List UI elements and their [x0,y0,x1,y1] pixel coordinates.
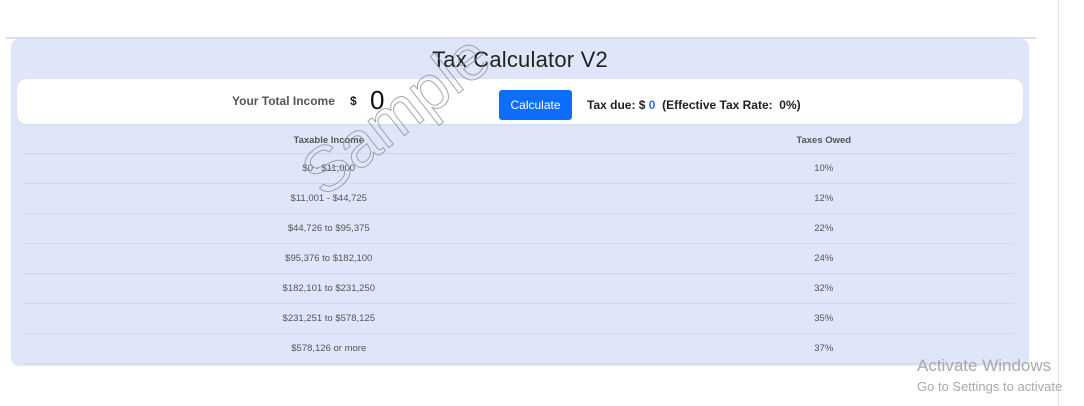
header-taxable-income: Taxable Income [24,127,634,154]
table-header-row: Taxable Income Taxes Owed [24,127,1014,154]
tax-rate-cell: 35% [633,303,1014,334]
table-row: $0 - $11,000 10% [24,153,1014,184]
income-bar: Your Total Income $ Calculate Tax due: $… [17,79,1023,124]
table-row: $11,001 - $44,725 12% [24,183,1014,214]
tax-calculator-card: Tax Calculator V2 Your Total Income $ Ca… [11,39,1029,366]
currency-symbol: $ [350,94,357,108]
income-input[interactable] [370,85,410,116]
income-label: Your Total Income [232,94,335,108]
income-range-cell: $11,001 - $44,725 [24,183,634,214]
tax-rate-cell: 12% [633,183,1014,214]
income-range-cell: $231,251 to $578,125 [24,303,634,334]
tax-rate-cell: 32% [633,273,1014,304]
page-title: Tax Calculator V2 [432,47,608,72]
income-range-cell: $0 - $11,000 [24,153,634,184]
tax-brackets-table: Taxable Income Taxes Owed $0 - $11,000 1… [24,127,1014,364]
right-divider [1058,0,1059,406]
effective-tax-rate: (Effective Tax Rate: 0%) [655,98,801,112]
tax-rate-cell: 22% [633,213,1014,244]
income-range-cell: $44,726 to $95,375 [24,213,634,244]
calculate-button[interactable]: Calculate [499,90,572,120]
income-range-cell: $95,376 to $182,100 [24,243,634,274]
tax-rate-cell: 24% [633,243,1014,274]
table-row: $95,376 to $182,100 24% [24,243,1014,274]
income-range-cell: $182,101 to $231,250 [24,273,634,304]
activate-windows-subtitle: Go to Settings to activate [917,379,1063,394]
activate-windows-overlay: Activate Windows Go to Settings to activ… [917,356,1062,394]
table-row: $44,726 to $95,375 22% [24,213,1014,244]
table-row: $578,126 or more 37% [24,333,1014,364]
table-row: $182,101 to $231,250 32% [24,273,1014,304]
table-row: $231,251 to $578,125 35% [24,303,1014,334]
tax-rate-cell: 10% [633,153,1014,184]
tax-due-summary: Tax due: $ 0 (Effective Tax Rate: 0%) [587,98,801,112]
header-taxes-owed: Taxes Owed [633,127,1014,154]
activate-windows-title: Activate Windows [917,356,1052,375]
income-range-cell: $578,126 or more [24,333,634,364]
tax-due-prefix: Tax due: $ [587,98,649,112]
